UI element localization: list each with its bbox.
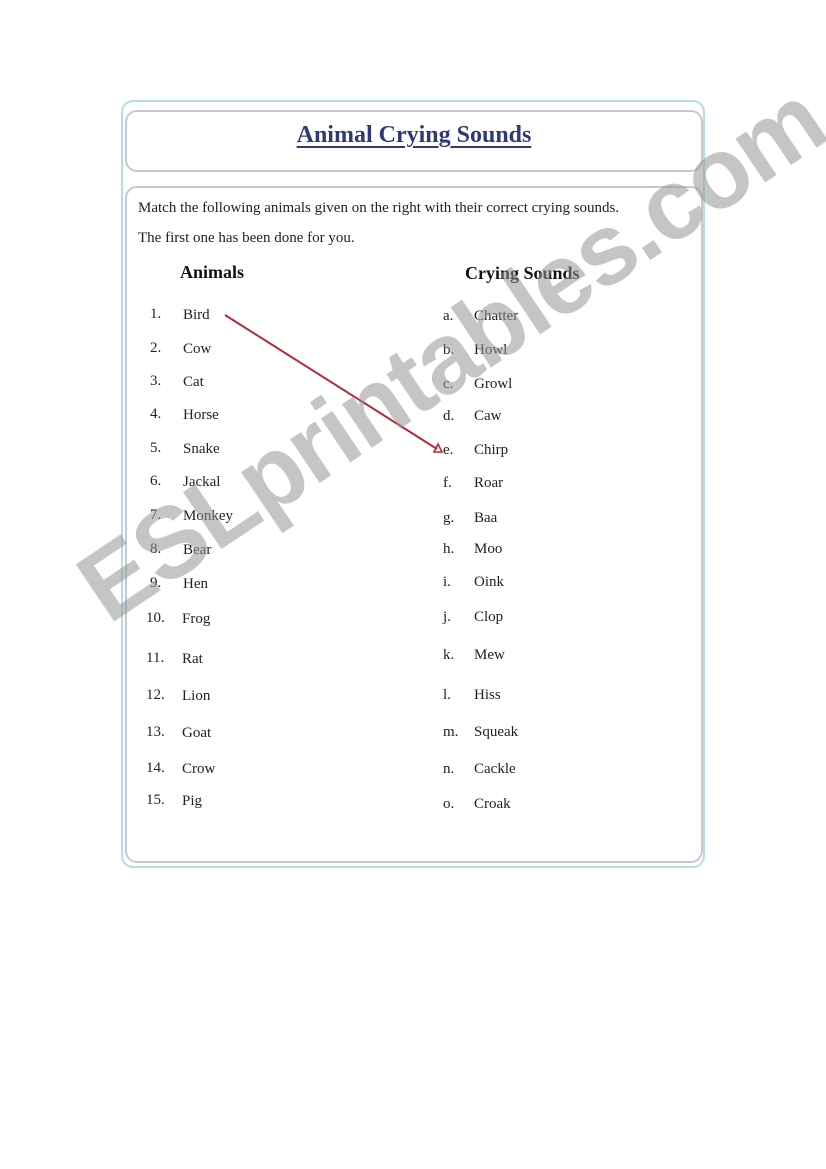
title-text: Animal Crying Sounds (296, 122, 532, 148)
sound-letter: o. (443, 796, 455, 812)
animal-item: Crow (182, 761, 216, 777)
sound-item: Croak (474, 796, 511, 812)
animal-item: Bear (183, 542, 212, 558)
animal-item: Jackal (183, 474, 221, 490)
sound-item: Moo (474, 541, 503, 557)
sound-letter: n. (443, 761, 455, 777)
animal-item: Frog (182, 611, 211, 627)
animal-number: 14. (146, 760, 165, 776)
sound-item: Chirp (474, 442, 509, 458)
animal-item: Monkey (183, 508, 233, 524)
animal-item: Horse (183, 407, 219, 423)
animal-item: Snake (183, 441, 220, 457)
sound-item: Squeak (474, 724, 519, 740)
sound-item: Baa (474, 510, 498, 526)
worksheet-title: Animal Crying Sounds (127, 122, 701, 149)
animal-number: 13. (146, 724, 165, 740)
animal-item: Rat (182, 651, 203, 667)
sound-letter: d. (443, 408, 455, 424)
sound-letter: h. (443, 541, 455, 557)
animal-item: Bird (183, 307, 210, 323)
sound-item: Clop (474, 609, 504, 625)
sound-letter: e. (443, 442, 454, 458)
sound-letter: m. (443, 724, 459, 740)
animal-number: 3. (150, 373, 162, 389)
sound-item: Roar (474, 475, 504, 491)
animal-item: Hen (183, 576, 208, 592)
sounds-header: Crying Sounds (465, 263, 580, 283)
instruction-line-2: The first one has been done for you. (138, 230, 355, 246)
sound-letter: k. (443, 647, 455, 663)
animal-number: 11. (146, 650, 165, 666)
animals-header: Animals (180, 262, 245, 282)
animal-number: 15. (146, 792, 165, 808)
sound-letter: c. (443, 376, 454, 392)
animal-number: 9. (150, 575, 162, 591)
instruction-line-1: Match the following animals given on the… (138, 200, 620, 216)
animal-number: 5. (150, 440, 162, 456)
title-box: Animal Crying Sounds (125, 110, 703, 172)
sound-letter: f. (443, 475, 452, 491)
sound-letter: a. (443, 308, 454, 324)
animal-number: 4. (150, 406, 162, 422)
sound-letter: g. (443, 510, 455, 526)
animal-number: 8. (150, 541, 162, 557)
animal-number: 1. (150, 306, 162, 322)
animal-item: Goat (182, 725, 212, 741)
animal-item: Pig (182, 793, 203, 809)
sound-item: Oink (474, 574, 504, 590)
animal-number: 6. (150, 473, 162, 489)
sound-item: Howl (474, 342, 508, 358)
animal-number: 12. (146, 687, 165, 703)
animal-number: 10. (146, 610, 165, 626)
sound-letter: j. (443, 609, 451, 625)
sound-item: Caw (474, 408, 502, 424)
sound-item: Cackle (474, 761, 516, 777)
animal-number: 7. (150, 507, 162, 523)
sound-item: Hiss (474, 687, 501, 703)
animal-item: Cat (183, 374, 204, 390)
animal-item: Lion (182, 688, 211, 704)
animal-item: Cow (183, 341, 212, 357)
sound-item: Growl (474, 376, 513, 392)
animal-number: 2. (150, 340, 162, 356)
sound-item: Chatter (474, 308, 519, 324)
sound-item: Mew (474, 647, 505, 663)
sound-letter: l. (443, 687, 451, 703)
sound-letter: b. (443, 342, 455, 358)
sound-letter: i. (443, 574, 451, 590)
